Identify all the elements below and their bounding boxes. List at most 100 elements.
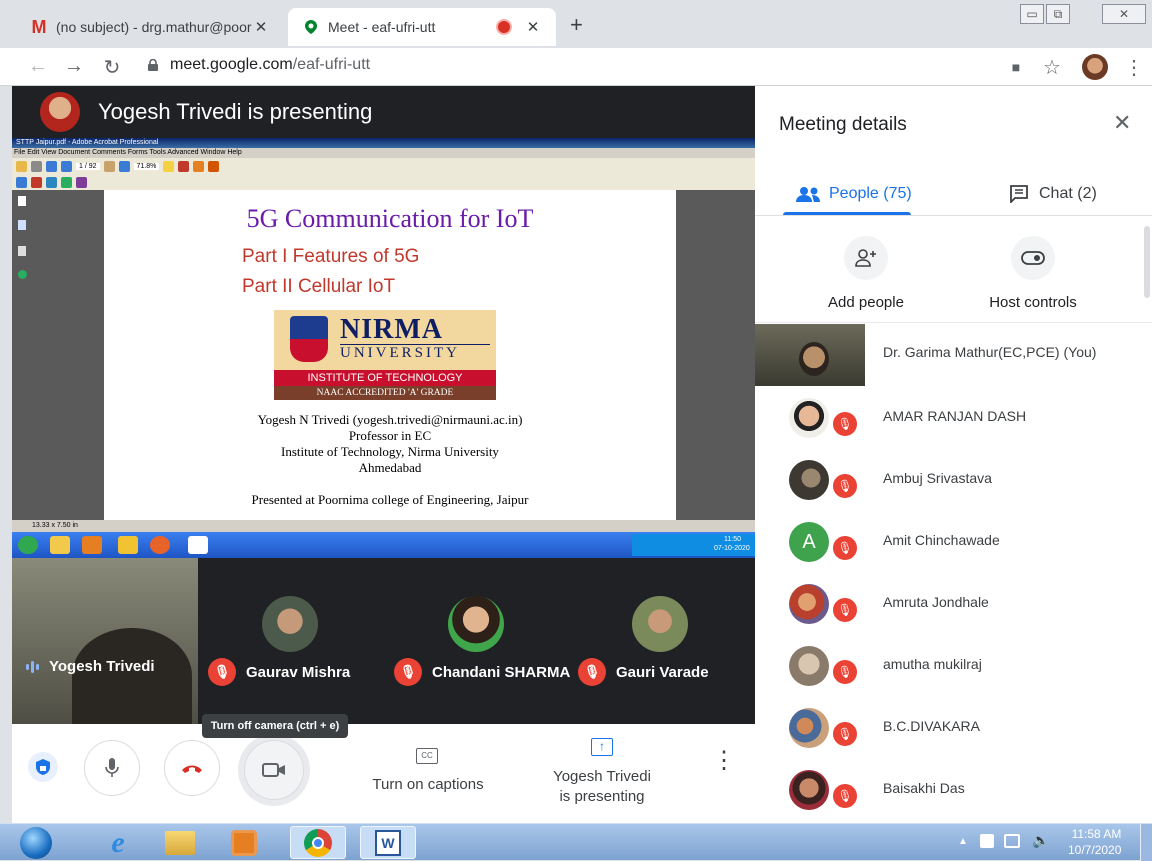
participant-row[interactable]: 🎙 amutha mukilraj	[755, 634, 1145, 696]
open-icon	[16, 160, 27, 172]
toggle-icon	[1011, 236, 1055, 280]
word-icon: W	[375, 829, 401, 856]
participant-avatar	[262, 596, 318, 652]
presenting-line-2[interactable]: is presenting	[542, 788, 662, 805]
participant-row[interactable]: 🎙 AMAR RANJAN DASH	[755, 386, 1145, 448]
presentation-slide: 5G Communication for IoT Part I Features…	[104, 190, 676, 520]
microphone-icon	[105, 758, 119, 777]
profile-avatar[interactable]	[1082, 54, 1108, 80]
acrobat-toolbar-2	[12, 174, 755, 190]
panel-title: Meeting details	[779, 114, 907, 135]
zoom-level: 71.8%	[133, 162, 160, 170]
meeting-controls: CC Turn on captions ↑ Yogesh Trivedi is …	[12, 724, 755, 823]
add-person-icon	[844, 236, 888, 280]
presenting-line-1[interactable]: Yogesh Trivedi	[542, 768, 662, 785]
hand-tool-icon	[103, 160, 115, 172]
logo-university: UNIVERSITY	[340, 344, 490, 362]
participant-row[interactable]: A 🎙 Amit Chinchawade	[755, 510, 1145, 572]
participant-name: B.C.DIVAKARA	[883, 718, 980, 734]
action-center-icon[interactable]	[980, 834, 994, 848]
slide-city: Ahmedabad	[358, 460, 422, 475]
tab-title: Meet - eaf-ufri-utt	[328, 19, 436, 35]
participant-avatar	[789, 770, 829, 810]
browser-menu-icon[interactable]: ⋮	[1122, 55, 1146, 80]
leave-call-button[interactable]	[164, 740, 220, 796]
camera-button[interactable]	[244, 740, 304, 800]
zoom-icon	[118, 160, 130, 172]
participant-tile[interactable]: 🎙 Gaurav Mishra	[208, 658, 350, 686]
acrobat-title-bar: STTP Jaipur.pdf - Adobe Acrobat Professi…	[12, 138, 755, 148]
tab-people-label: People (75)	[829, 185, 912, 202]
close-panel-icon[interactable]: ✕	[1113, 110, 1131, 136]
participant-name: amutha mukilraj	[883, 656, 982, 672]
volume-icon[interactable]: 🔈	[1032, 832, 1049, 849]
mic-off-icon: 🎙	[831, 720, 859, 748]
recording-indicator-icon	[498, 21, 510, 33]
tab-gmail[interactable]: M (no subject) - drg.mathur@poorr ✕	[16, 8, 284, 46]
present-screen-icon[interactable]: ↑	[591, 738, 613, 756]
tab-title: (no subject) - drg.mathur@poorr	[56, 19, 252, 35]
video-feed	[72, 628, 192, 724]
participant-row[interactable]: 🎙 B.C.DIVAKARA	[755, 696, 1145, 758]
tray-date: 07-10-2020	[714, 545, 750, 552]
slide-title: 5G Communication for IoT	[246, 204, 534, 233]
taskbar-clock[interactable]: 11:58 AM 10/7/2020	[1068, 826, 1121, 858]
taskbar-word[interactable]: W	[360, 826, 416, 859]
tab-meet[interactable]: Meet - eaf-ufri-utt ✕	[288, 8, 556, 46]
show-desktop-button[interactable]	[1140, 824, 1152, 861]
participant-tile[interactable]: Yogesh Trivedi	[12, 558, 198, 724]
movie-icon	[76, 176, 87, 188]
captions-button-label[interactable]: Turn on captions	[368, 776, 488, 793]
minimize-button[interactable]: ▭	[1020, 4, 1044, 24]
forward-button[interactable]: →	[62, 55, 86, 78]
start-button[interactable]	[8, 826, 64, 859]
participant-face	[799, 342, 829, 376]
participant-tile[interactable]: 🎙 Chandani SHARMA	[394, 658, 570, 686]
slide-part-2: Part II Cellular IoT	[242, 276, 396, 297]
participant-row[interactable]: 🎙 Baisakhi Das	[755, 758, 1145, 820]
participant-row[interactable]: 🎙 Ambuj Srivastava	[755, 448, 1145, 510]
tab-people[interactable]: People (75)	[795, 174, 912, 214]
media-icon	[82, 536, 102, 554]
tab-chat[interactable]: Chat (2)	[1009, 174, 1097, 214]
speaking-icon	[26, 660, 39, 673]
taskbar-ie[interactable]: e	[90, 826, 146, 859]
back-button[interactable]: ←	[26, 55, 50, 78]
slide-institute: Institute of Technology, Nirma Universit…	[281, 444, 499, 459]
taskbar-explorer[interactable]	[152, 826, 208, 859]
logo-naac: NAAC ACCREDITED 'A' GRADE	[274, 386, 496, 400]
windows-orb-icon	[20, 826, 52, 859]
more-options-icon[interactable]: ⋮	[712, 746, 736, 775]
restore-button[interactable]: ⧉	[1046, 4, 1070, 24]
taskbar-chrome[interactable]	[290, 826, 346, 859]
taskbar-media[interactable]	[216, 826, 272, 859]
reload-button[interactable]: ↻	[100, 55, 124, 80]
participant-row[interactable]: 🎙 Amruta Jondhale	[755, 572, 1145, 634]
close-tab-icon[interactable]: ✕	[524, 18, 542, 36]
participant-tile[interactable]: 🎙 Gauri Varade	[578, 658, 709, 686]
participant-tiles: Yogesh Trivedi 🎙 Gaurav Mishra 🎙 Chandan…	[12, 558, 755, 724]
host-controls-button[interactable]: Host controls	[983, 236, 1083, 311]
microphone-button[interactable]	[84, 740, 140, 796]
participant-name: Amit Chinchawade	[883, 532, 1000, 548]
tab-chat-label: Chat (2)	[1039, 185, 1097, 202]
participant-name: Baisakhi Das	[883, 780, 965, 796]
window-close-button[interactable]: ✕	[1102, 4, 1146, 24]
network-icon[interactable]	[1004, 834, 1020, 848]
bookmarks-icon	[18, 220, 26, 230]
bookmark-star-icon[interactable]: ☆	[1040, 55, 1064, 80]
camera-in-use-icon[interactable]: ■	[1004, 59, 1028, 75]
panel-scrollbar[interactable]	[1144, 226, 1150, 298]
clock-time: 11:58 AM	[1071, 827, 1122, 841]
add-people-button[interactable]: Add people	[821, 236, 911, 311]
participant-row[interactable]: Dr. Garima Mathur(EC,PCE) (You)	[755, 322, 1145, 386]
security-shield-icon[interactable]	[28, 752, 58, 782]
folder-icon	[165, 830, 195, 855]
presenting-title: Yogesh Trivedi is presenting	[98, 99, 373, 124]
captions-icon[interactable]: CC	[416, 748, 438, 764]
new-tab-button[interactable]: +	[570, 12, 583, 38]
participant-name: AMAR RANJAN DASH	[883, 408, 1027, 424]
url-field[interactable]: meet.google.com/eaf-ufri-utt	[170, 56, 370, 74]
show-hidden-icons-icon[interactable]: ▲	[958, 836, 968, 847]
close-tab-icon[interactable]: ✕	[252, 18, 270, 36]
